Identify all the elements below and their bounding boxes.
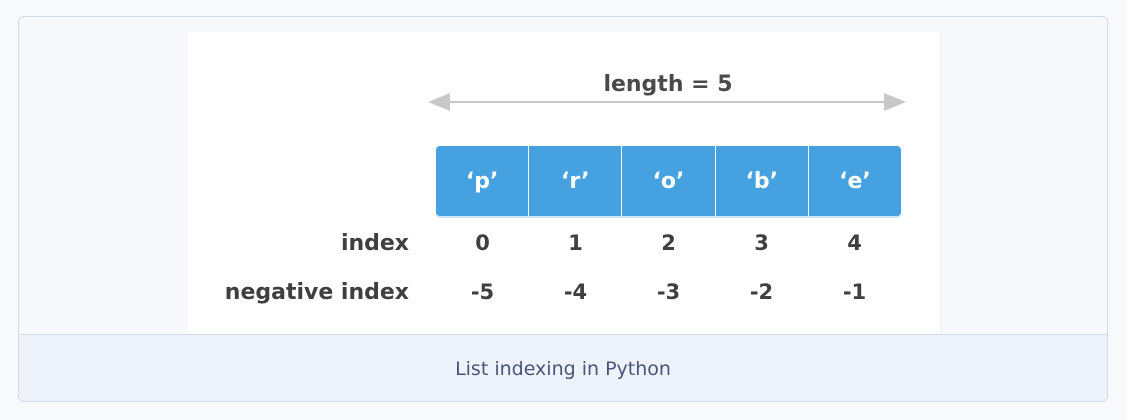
- figure-card: length = 5 ‘p’ ‘r’ ‘o’ ‘b’ ‘e’ index 0 1…: [18, 16, 1108, 402]
- negative-index-value: -1: [842, 280, 867, 304]
- list-indexing-diagram: length = 5 ‘p’ ‘r’ ‘o’ ‘b’ ‘e’ index 0 1…: [188, 32, 939, 334]
- negative-index-value: -3: [656, 280, 681, 304]
- index-value: 0: [475, 231, 490, 255]
- caption-bar: List indexing in Python: [19, 334, 1107, 401]
- index-value: 4: [847, 231, 862, 255]
- negative-index-values: -5 -4 -3 -2 -1: [436, 280, 901, 304]
- list-cell: ‘p’: [436, 146, 530, 216]
- list-cell: ‘e’: [839, 168, 871, 194]
- list-cell: ‘r’: [529, 146, 623, 216]
- figure-caption: List indexing in Python: [455, 357, 671, 380]
- list-cell: ‘o’: [622, 146, 716, 216]
- negative-index-value: -2: [749, 280, 774, 304]
- index-values: 0 1 2 3 4: [436, 231, 901, 255]
- index-value: 3: [754, 231, 769, 255]
- index-value: 2: [661, 231, 676, 255]
- index-row-label: index: [340, 231, 409, 256]
- negative-index-value: -5: [470, 280, 495, 304]
- index-value: 1: [568, 231, 583, 255]
- negative-index-row-label: negative index: [224, 280, 409, 305]
- list-cell: ‘b’: [716, 146, 809, 216]
- list-elements: ‘p’ ‘r’ ‘o’ ‘b’ ‘e’: [436, 146, 901, 216]
- negative-index-value: -4: [563, 280, 588, 304]
- length-label: length = 5: [603, 72, 733, 97]
